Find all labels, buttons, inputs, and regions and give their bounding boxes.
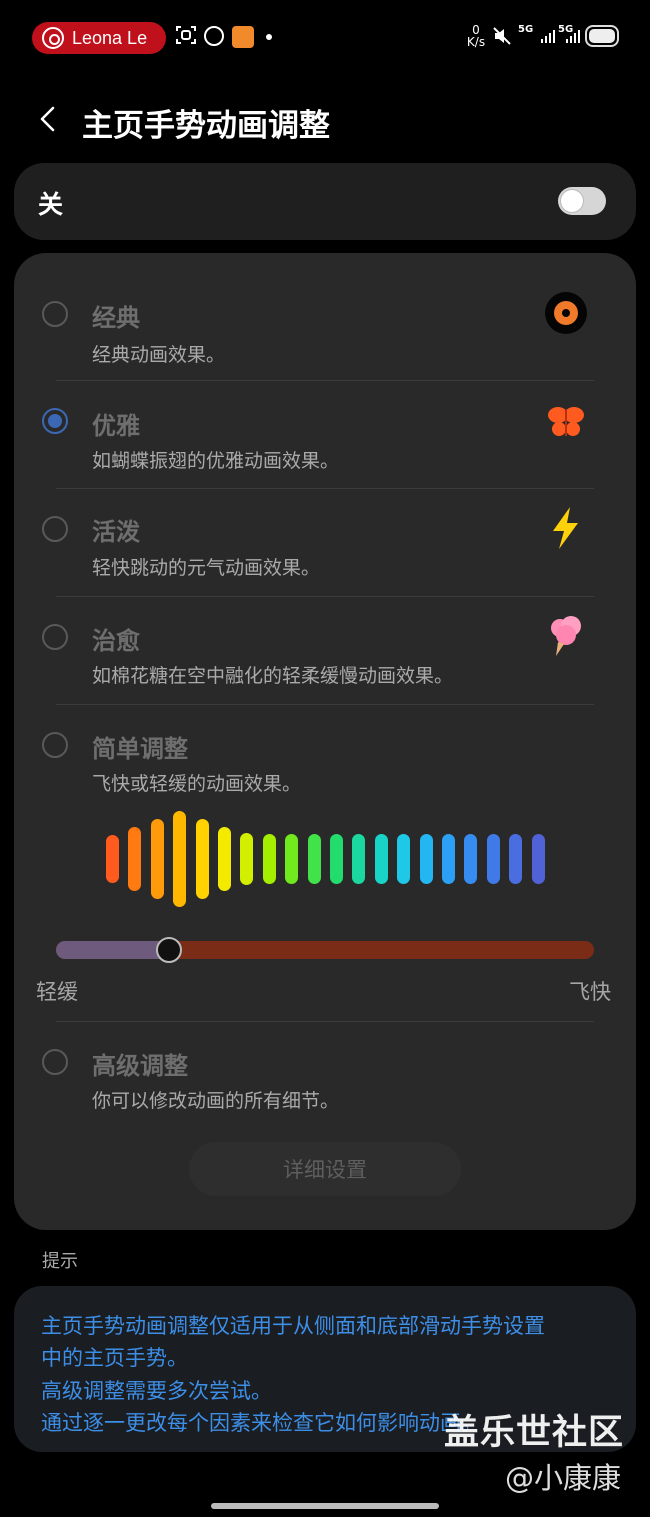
option-elegant[interactable]: 优雅 如蝴蝶振翅的优雅动画效果。 [14, 396, 636, 491]
butterfly-icon [544, 400, 588, 444]
divider [56, 1021, 594, 1022]
detail-settings-button[interactable]: 详细设置 [189, 1142, 461, 1196]
watermark-author: @小康康 [505, 1461, 622, 1495]
battery-icon [585, 25, 619, 47]
radio-healing[interactable] [42, 624, 68, 650]
visualizer-bar [397, 834, 411, 884]
speed-visualizer [106, 809, 556, 909]
option-desc: 经典动画效果。 [92, 344, 226, 366]
radio-elegant[interactable] [42, 408, 68, 434]
divider [56, 380, 594, 381]
divider [56, 596, 594, 597]
option-simple-adjust[interactable]: 简单调整 飞快或轻缓的动画效果。 [14, 720, 636, 800]
app-notification-icon [232, 26, 254, 48]
visualizer-bar [419, 834, 433, 884]
option-desc: 轻快跳动的元气动画效果。 [92, 557, 321, 579]
visualizer-bar [374, 834, 388, 884]
visualizer-bar [285, 834, 299, 884]
app-logo-icon [42, 27, 64, 49]
animation-options-card: 经典 经典动画效果。 优雅 如蝴蝶振翅的优雅动画效果。 活泼 轻快跳动的元气动画… [14, 253, 636, 1230]
visualizer-bar [106, 835, 119, 883]
option-advanced-adjust[interactable]: 高级调整 你可以修改动画的所有细节。 [14, 1037, 636, 1127]
cotton-candy-icon [544, 612, 588, 656]
option-title: 活泼 [92, 518, 140, 546]
visualizer-bar [173, 811, 187, 907]
visualizer-bar [464, 834, 478, 884]
visualizer-bar [330, 834, 343, 884]
status-bar: Leona Le 0 K/s 5G 5G [0, 0, 650, 75]
home-indicator[interactable] [211, 1503, 439, 1509]
option-desc: 飞快或轻缓的动画效果。 [92, 773, 302, 795]
visualizer-bar [195, 819, 209, 899]
option-title: 优雅 [92, 412, 140, 440]
visualizer-bar [262, 834, 276, 884]
slider-min-label: 轻缓 [36, 980, 78, 1004]
master-toggle-row[interactable]: 关 [14, 163, 636, 240]
speed-slider-fill [56, 941, 169, 959]
visualizer-bar [486, 834, 500, 884]
visualizer-bar [352, 834, 366, 884]
visualizer-bar [509, 834, 523, 884]
network-speed: 0 K/s [466, 23, 486, 49]
recording-pill[interactable]: Leona Le [32, 22, 166, 54]
visualizer-bar [240, 833, 254, 885]
hint-line: 高级调整需要多次尝试。 [41, 1379, 272, 1403]
more-notifications-dot [266, 34, 272, 40]
netease-music-icon [204, 26, 224, 46]
lightning-icon [544, 506, 588, 550]
visualizer-bar [531, 834, 545, 884]
hint-line: 主页手势动画调整仅适用于从侧面和底部滑动手势设置 [41, 1314, 545, 1338]
signal-icon-1 [540, 28, 556, 48]
radio-simple-adjust[interactable] [42, 732, 68, 758]
radio-classic[interactable] [42, 301, 68, 327]
mute-icon [492, 26, 512, 50]
app-pill-label: Leona Le [72, 27, 148, 48]
radio-advanced-adjust[interactable] [42, 1049, 68, 1075]
option-classic[interactable]: 经典 经典动画效果。 [14, 288, 636, 383]
visualizer-bar [307, 834, 321, 884]
option-title: 高级调整 [92, 1052, 188, 1080]
visualizer-bar [218, 827, 231, 891]
visualizer-bar [442, 834, 455, 884]
back-arrow-icon[interactable] [36, 104, 62, 134]
option-lively[interactable]: 活泼 轻快跳动的元气动画效果。 [14, 504, 636, 599]
option-title: 简单调整 [92, 735, 188, 763]
network-type-1: 5G [518, 24, 534, 35]
signal-icon-2 [565, 28, 581, 48]
toggle-state-label: 关 [38, 190, 64, 219]
slider-max-label: 飞快 [569, 980, 611, 1004]
radio-lively[interactable] [42, 516, 68, 542]
scan-icon [175, 24, 197, 51]
option-title: 治愈 [92, 627, 140, 655]
divider [56, 704, 594, 705]
page-title: 主页手势动画调整 [82, 108, 330, 144]
visualizer-bar [150, 819, 164, 899]
visualizer-bar [128, 827, 142, 891]
hint-title: 提示 [42, 1251, 78, 1272]
speed-slider-thumb[interactable] [155, 937, 182, 963]
speed-slider-track[interactable] [56, 941, 594, 959]
option-healing[interactable]: 治愈 如棉花糖在空中融化的轻柔缓慢动画效果。 [14, 612, 636, 707]
option-desc: 如棉花糖在空中融化的轻柔缓慢动画效果。 [92, 665, 454, 687]
hint-line: 通过逐一更改每个因素来检查它如何影响动画。 [41, 1411, 482, 1435]
option-desc: 如蝴蝶振翅的优雅动画效果。 [92, 450, 340, 472]
vinyl-record-icon [544, 291, 588, 335]
hint-line: 中的主页手势。 [41, 1346, 188, 1370]
master-switch[interactable] [558, 187, 606, 215]
watermark-site: 盖乐世社区 [444, 1413, 625, 1453]
option-desc: 你可以修改动画的所有细节。 [92, 1090, 340, 1112]
option-title: 经典 [92, 304, 140, 332]
divider [56, 488, 594, 489]
